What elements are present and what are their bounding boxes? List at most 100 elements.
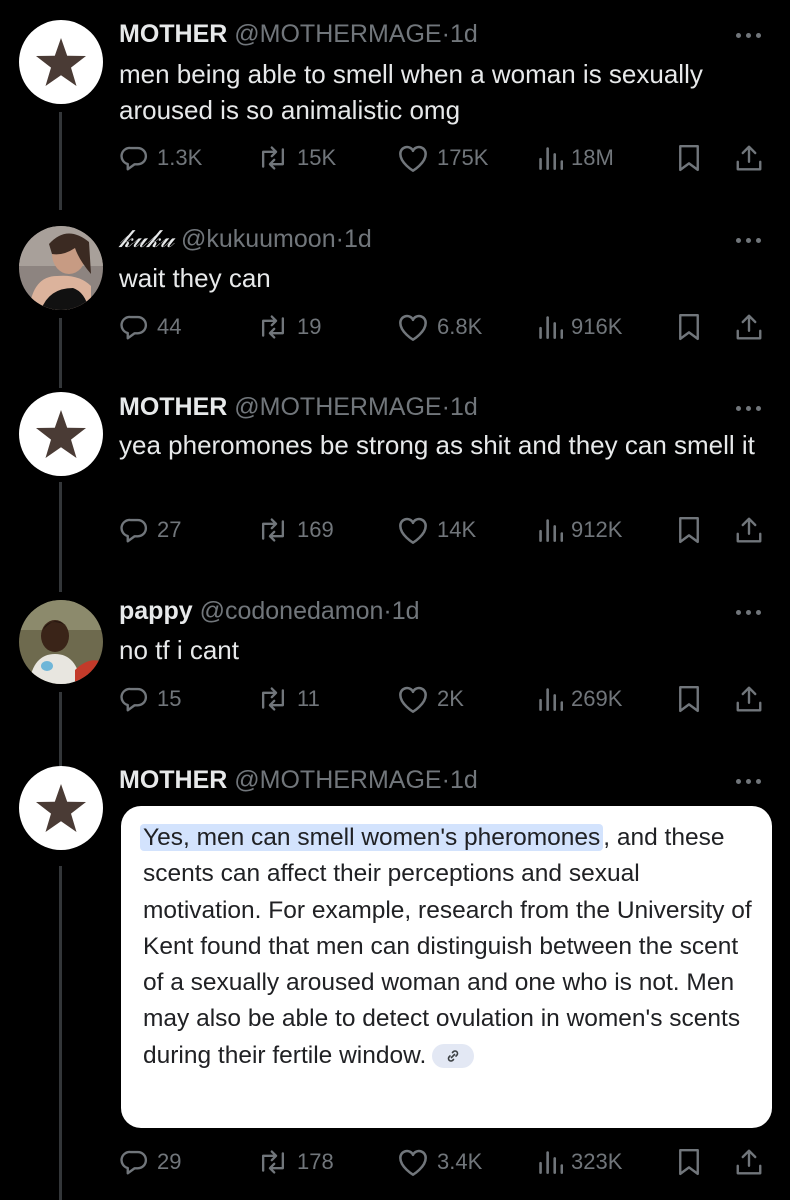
reply-button[interactable]: 15: [119, 682, 181, 716]
views-button[interactable]: 323K: [537, 1145, 622, 1179]
thread-line: [59, 112, 62, 210]
avatar[interactable]: [19, 226, 103, 310]
like-count: 2K: [437, 686, 464, 711]
view-count: 912K: [571, 517, 623, 542]
thread-line: [59, 482, 62, 592]
separator: ·: [441, 393, 450, 421]
reply-icon: [120, 1150, 147, 1175]
more-options-icon[interactable]: [736, 607, 768, 617]
handle[interactable]: @MOTHERMAGE: [234, 393, 441, 421]
star-icon: [36, 410, 86, 458]
bookmark-button[interactable]: [675, 1145, 703, 1179]
reply-icon: [120, 687, 147, 712]
reply-count: 44: [157, 314, 182, 339]
separator: ·: [383, 597, 392, 625]
tweet-text: men being able to smell when a woman is …: [119, 59, 703, 125]
bookmark-icon: [679, 516, 699, 544]
avatar[interactable]: [19, 766, 103, 850]
share-button[interactable]: [734, 513, 764, 547]
retweet-button[interactable]: 11: [257, 682, 320, 716]
timestamp[interactable]: 1d: [344, 225, 372, 253]
share-button[interactable]: [734, 682, 764, 716]
like-button[interactable]: 2K: [397, 682, 464, 716]
tweet-text: yea pheromones be strong as shit and the…: [119, 430, 755, 460]
retweet-button[interactable]: 169: [257, 513, 334, 547]
star-icon: [36, 784, 86, 832]
views-button[interactable]: 916K: [537, 310, 622, 344]
more-options-icon[interactable]: [736, 776, 768, 786]
display-name[interactable]: MOTHER: [119, 20, 227, 48]
reply-button[interactable]: 29: [119, 1145, 181, 1179]
like-button[interactable]: 175K: [397, 141, 488, 175]
views-button[interactable]: 912K: [537, 513, 622, 547]
timestamp[interactable]: 1d: [450, 766, 478, 794]
timestamp[interactable]: 1d: [450, 20, 478, 48]
avatar[interactable]: [19, 600, 103, 684]
retweet-count: 178: [297, 1149, 334, 1174]
bookmark-button[interactable]: [675, 310, 703, 344]
timestamp[interactable]: 1d: [450, 393, 478, 421]
handle[interactable]: @MOTHERMAGE: [234, 20, 441, 48]
view-count: 323K: [571, 1149, 623, 1174]
view-count: 916K: [571, 314, 623, 339]
views-button[interactable]: 269K: [537, 682, 622, 716]
bookmark-button[interactable]: [675, 141, 703, 175]
bookmark-button[interactable]: [675, 513, 703, 547]
tweet-header: pappy @codonedamon·1d: [119, 596, 420, 626]
timestamp[interactable]: 1d: [392, 597, 420, 625]
retweet-button[interactable]: 19: [257, 310, 321, 344]
tweet-text: no tf i cant: [119, 635, 239, 665]
more-options-icon[interactable]: [736, 403, 768, 413]
reply-count: 1.3K: [157, 145, 203, 170]
reply-button[interactable]: 27: [119, 513, 181, 547]
like-button[interactable]: 14K: [397, 513, 476, 547]
views-icon: [539, 316, 563, 339]
heart-icon: [399, 314, 427, 341]
display-name[interactable]: pappy: [119, 597, 193, 625]
link-icon: [448, 1050, 459, 1063]
handle[interactable]: @kukuumoon: [181, 225, 336, 253]
heart-icon: [399, 517, 427, 544]
display-name[interactable]: 𝓀𝓊𝓀𝓊: [119, 224, 174, 253]
link-chip[interactable]: [432, 1044, 475, 1069]
share-icon: [736, 686, 762, 712]
like-count: 6.8K: [437, 314, 483, 339]
retweet-count: 15K: [297, 145, 337, 170]
share-icon: [736, 1149, 762, 1175]
display-name[interactable]: MOTHER: [119, 393, 227, 421]
retweet-button[interactable]: 15K: [257, 141, 336, 175]
retweet-count: 169: [297, 517, 334, 542]
view-count: 269K: [571, 686, 623, 711]
heart-icon: [399, 686, 427, 713]
embedded-answer-card: Yes, men can smell women's pheromones, a…: [121, 806, 772, 1128]
more-options-icon[interactable]: [736, 235, 768, 245]
reply-icon: [120, 315, 147, 340]
more-options-icon[interactable]: [736, 30, 768, 40]
tweet-actions: 27 169 14K 912K: [119, 513, 774, 547]
bookmark-button[interactable]: [675, 682, 703, 716]
view-count: 18M: [571, 145, 614, 170]
handle[interactable]: @MOTHERMAGE: [234, 766, 441, 794]
display-name[interactable]: MOTHER: [119, 766, 227, 794]
retweet-icon: [261, 687, 285, 711]
bookmark-icon: [679, 313, 699, 341]
avatar[interactable]: [19, 392, 103, 476]
reply-count: 15: [157, 686, 182, 711]
reply-button[interactable]: 44: [119, 310, 181, 344]
heart-icon: [399, 145, 427, 172]
avatar[interactable]: [19, 20, 103, 104]
views-button[interactable]: 18M: [537, 141, 614, 175]
bookmark-icon: [679, 144, 699, 172]
heart-icon: [399, 1149, 427, 1176]
like-button[interactable]: 6.8K: [397, 310, 482, 344]
share-button[interactable]: [734, 141, 764, 175]
retweet-icon: [261, 315, 285, 339]
like-button[interactable]: 3.4K: [397, 1145, 482, 1179]
separator: ·: [441, 766, 450, 794]
share-button[interactable]: [734, 1145, 764, 1179]
share-button[interactable]: [734, 310, 764, 344]
handle[interactable]: @codonedamon: [200, 597, 384, 625]
share-icon: [736, 314, 762, 340]
retweet-button[interactable]: 178: [257, 1145, 334, 1179]
reply-button[interactable]: 1.3K: [119, 141, 202, 175]
